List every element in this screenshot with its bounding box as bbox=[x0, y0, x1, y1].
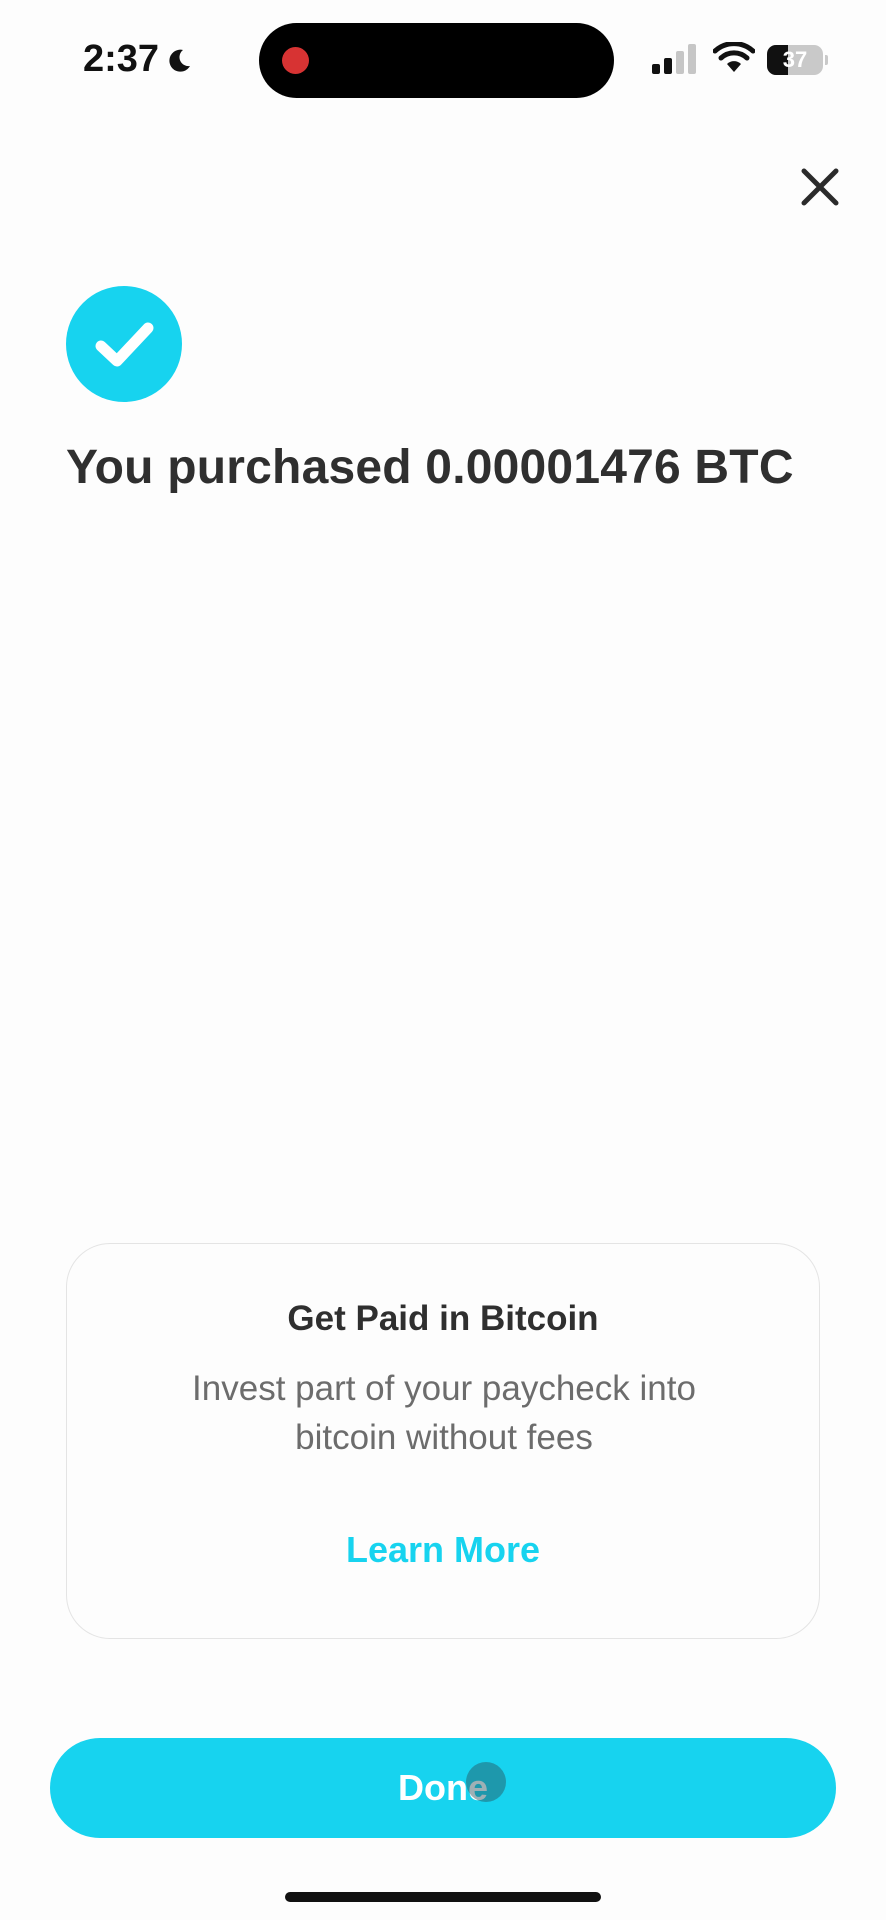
wifi-icon bbox=[713, 42, 755, 72]
success-badge bbox=[66, 286, 182, 402]
battery-body: 37 bbox=[767, 45, 823, 75]
checkmark-icon bbox=[95, 322, 154, 367]
recording-indicator bbox=[282, 47, 309, 74]
home-indicator[interactable] bbox=[285, 1892, 601, 1902]
dynamic-island bbox=[259, 23, 614, 98]
confirmation-title: You purchased 0.00001476 BTC bbox=[66, 441, 794, 494]
battery-level: 37 bbox=[782, 47, 808, 72]
done-button[interactable]: Done bbox=[50, 1738, 836, 1838]
purchase-confirmation-screen: 2:37 37 You purchased 0.00001476 BTC Get… bbox=[0, 0, 886, 1920]
moon-icon bbox=[169, 49, 191, 72]
battery-icon: 37 bbox=[767, 45, 828, 75]
status-time-label: 2:37 bbox=[83, 38, 160, 80]
promo-card: Get Paid in Bitcoin Invest part of your … bbox=[66, 1243, 820, 1639]
promo-description: Invest part of your paycheck into bitcoi… bbox=[192, 1369, 696, 1457]
battery-nub bbox=[825, 55, 828, 65]
touch-indicator bbox=[466, 1762, 506, 1802]
promo-title: Get Paid in Bitcoin bbox=[287, 1299, 599, 1338]
signal-icon bbox=[652, 44, 696, 74]
close-icon[interactable] bbox=[796, 163, 844, 211]
learn-more-link[interactable]: Learn More bbox=[67, 1529, 819, 1571]
status-time: 2:37 bbox=[83, 38, 193, 81]
